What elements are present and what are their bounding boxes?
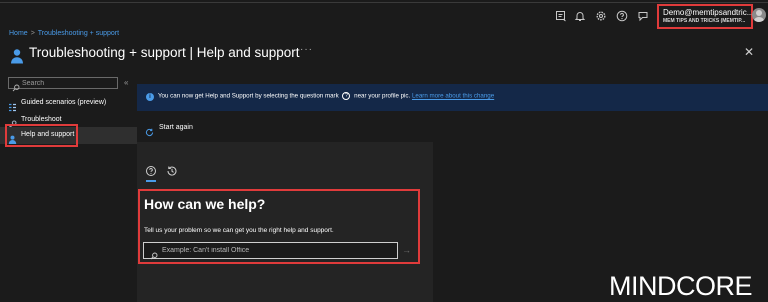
info-text-after: near your profile pic.: [354, 92, 411, 100]
person-icon: [10, 48, 24, 64]
help-subtitle: Tell us your problem so we can get you t…: [144, 227, 334, 234]
chat-icon[interactable]: [637, 10, 649, 22]
top-bar: [0, 0, 768, 30]
more-options-button[interactable]: ···: [300, 44, 313, 55]
question-mark-icon: ?: [342, 92, 351, 100]
help-icon[interactable]: [616, 10, 628, 22]
search-input[interactable]: [22, 78, 116, 88]
info-bar: i You can now get Help and Support by se…: [137, 84, 768, 111]
help-search-box: [143, 242, 398, 260]
help-title: How can we help?: [144, 196, 266, 212]
info-icon: i: [146, 93, 154, 101]
sidebar-item-label: Guided scenarios (preview): [21, 99, 107, 106]
search-icon: [150, 247, 158, 260]
account-name[interactable]: Demo@memtipsandtric...: [663, 8, 753, 17]
collapse-sidebar-button[interactable]: «: [124, 78, 128, 87]
breadcrumb-current[interactable]: Troubleshooting + support: [38, 30, 119, 37]
guided-scenarios-icon: [8, 99, 17, 112]
help-and-support-highlight-box: [5, 124, 78, 147]
breadcrumb-separator: >: [30, 30, 35, 37]
help-search-input[interactable]: [162, 245, 392, 256]
active-tab-indicator: [146, 180, 156, 182]
tab-history[interactable]: [166, 165, 178, 177]
watermark: MINDCORE: [609, 271, 753, 301]
submit-arrow-button[interactable]: →: [402, 245, 411, 255]
close-button[interactable]: ✕: [744, 45, 754, 59]
start-again-label: Start again: [159, 124, 193, 131]
avatar[interactable]: [752, 8, 766, 22]
page-title: Troubleshooting + support | Help and sup…: [29, 45, 300, 60]
search-icon: [12, 79, 20, 92]
sidebar-search: [8, 77, 118, 92]
account-tenant[interactable]: MEM TIPS AND TRICKS (MEMTIP...: [663, 18, 745, 24]
refresh-icon: [145, 124, 154, 137]
info-text: You can now get Help and Support by sele…: [158, 92, 494, 100]
sidebar-item-guided-scenarios[interactable]: Guided scenarios (preview): [0, 95, 137, 112]
top-divider: [0, 2, 768, 3]
sidebar-item-label: Troubleshoot: [21, 116, 62, 123]
breadcrumb-home[interactable]: Home: [9, 30, 28, 37]
feedback-icon[interactable]: [555, 10, 567, 22]
gear-icon[interactable]: [595, 10, 607, 22]
tab-help[interactable]: [145, 165, 157, 177]
bell-icon[interactable]: [574, 10, 586, 22]
info-text-before: You can now get Help and Support by sele…: [158, 92, 339, 100]
breadcrumb: Home > Troubleshooting + support: [9, 30, 119, 37]
learn-more-link[interactable]: Learn more about this change: [412, 93, 494, 100]
